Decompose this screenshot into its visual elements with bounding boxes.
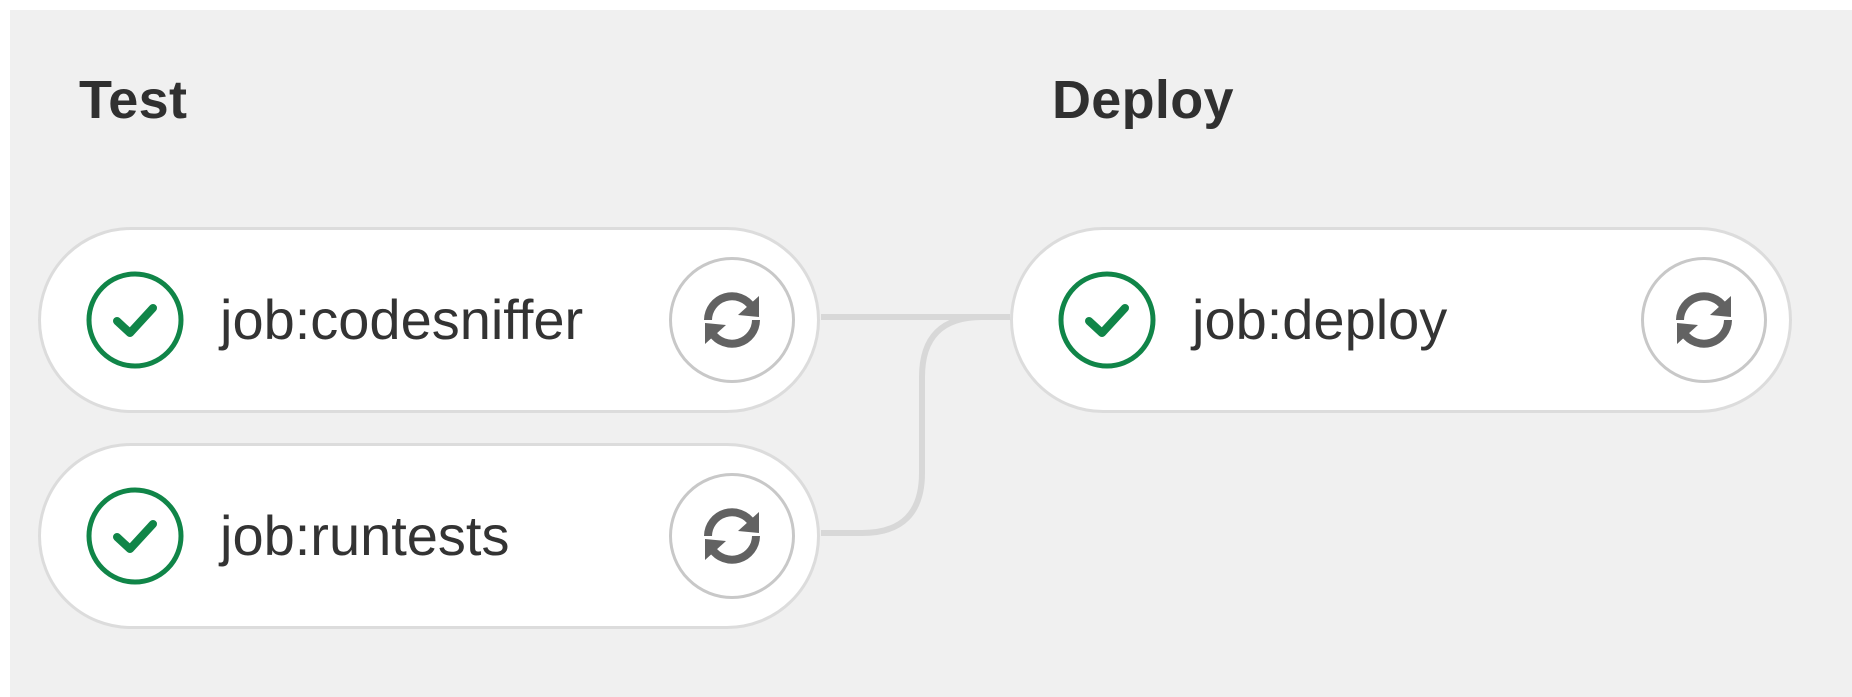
retry-button[interactable] bbox=[1641, 257, 1767, 383]
check-circle-icon bbox=[1058, 271, 1156, 369]
job-name[interactable]: job:codesniffer bbox=[220, 230, 583, 410]
stage-title-test: Test bbox=[79, 70, 188, 130]
pipeline-graph: Test job:codesniffer job:runtests Deploy… bbox=[10, 10, 1852, 697]
retry-icon bbox=[704, 508, 760, 564]
job-codesniffer[interactable]: job:codesniffer bbox=[38, 227, 820, 413]
retry-icon bbox=[704, 292, 760, 348]
job-runtests[interactable]: job:runtests bbox=[38, 443, 820, 629]
job-name[interactable]: job:runtests bbox=[220, 446, 510, 626]
stage-title-deploy: Deploy bbox=[1052, 70, 1234, 130]
check-circle-icon bbox=[86, 487, 184, 585]
check-circle-icon bbox=[86, 271, 184, 369]
link-runtests-deploy bbox=[821, 314, 1010, 536]
job-name[interactable]: job:deploy bbox=[1192, 230, 1447, 410]
retry-button[interactable] bbox=[669, 473, 795, 599]
retry-button[interactable] bbox=[669, 257, 795, 383]
retry-icon bbox=[1676, 292, 1732, 348]
job-deploy[interactable]: job:deploy bbox=[1010, 227, 1792, 413]
